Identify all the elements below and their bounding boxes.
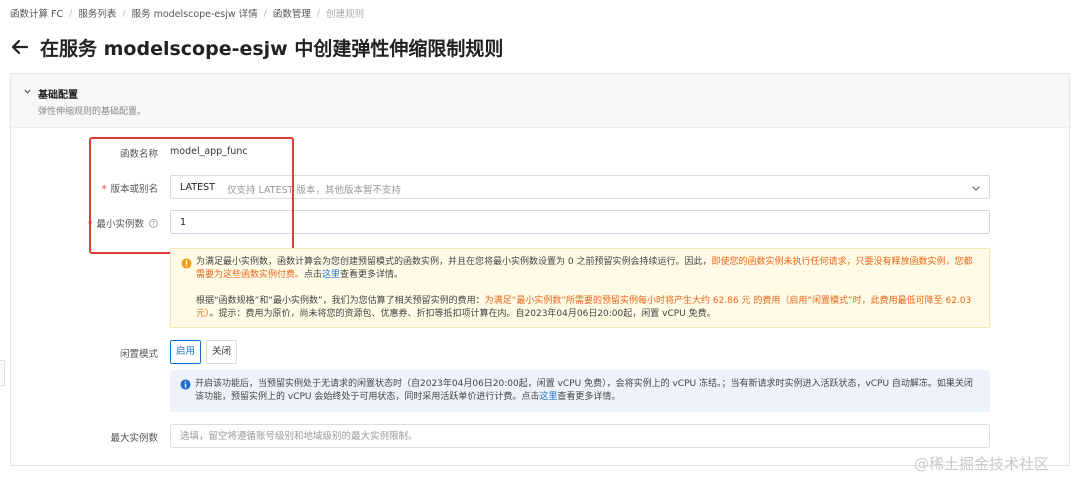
function-name-label: 函数名称 [119, 149, 158, 160]
min-instances-label-row: * 最小实例数? [74, 216, 158, 230]
breadcrumb-item-create-rule: 创建规则 [326, 9, 365, 20]
page-header: 在服务 modelscope-esjw 中创建弹性伸缩限制规则 [10, 32, 503, 62]
section-description: 弹性伸缩规则的基础配置。 [38, 107, 147, 117]
chevron-down-icon[interactable] [23, 87, 32, 96]
min-instances-input[interactable] [170, 210, 990, 234]
breadcrumb-item-function-management[interactable]: 函数管理 [273, 6, 311, 20]
breadcrumb-separator: / [316, 7, 321, 19]
info-circle-icon [180, 379, 191, 390]
idle-mode-info-alert: 开启该功能后，当预留实例处于无请求的闲置状态时（自2023年04月06日20:0… [170, 370, 990, 412]
page-title: 在服务 modelscope-esjw 中创建弹性伸缩限制规则 [40, 37, 504, 60]
cost-warning-alert: 为满足最小实例数，函数计算会为您创建预留模式的函数实例，并且在您将最小实例数设置… [170, 248, 990, 328]
idle-mode-disable-button[interactable]: 关闭 [206, 340, 237, 364]
watermark: @稀土掘金技术社区 [914, 455, 1050, 473]
breadcrumb-item-service-list[interactable]: 服务列表 [78, 6, 116, 20]
warning-paragraph-2: 根据“函数规格”和“最小实例数”，我们为您估算了相关预留实例的费用：为满足“最小… [196, 295, 981, 321]
info-text-suffix: 查看更多详情。 [557, 392, 621, 402]
max-instances-label: 最大实例数 [110, 433, 158, 444]
warning-circle-icon [181, 258, 192, 269]
required-mark: * [87, 219, 93, 230]
question-circle-icon[interactable]: ? [149, 219, 158, 228]
required-mark: * [101, 184, 107, 195]
more-details-link[interactable]: 这里 [322, 270, 340, 280]
warning-text-click: 点击 [304, 270, 323, 280]
version-alias-label-row: * 版本或别名 [95, 181, 158, 195]
max-instances-input[interactable] [170, 424, 990, 448]
back-arrow-icon[interactable] [10, 37, 30, 57]
version-alias-selected-value: LATEST [180, 182, 215, 193]
idle-mode-enable-button[interactable]: 启用 [170, 340, 201, 364]
warning-text-suffix: 查看更多详情。 [340, 270, 404, 280]
min-instances-label: 最小实例数 [96, 219, 144, 230]
function-name-value: model_app_func [170, 146, 248, 157]
cost-estimate-text: 根据“函数规格”和“最小实例数”，我们为您估算了相关预留实例的费用： [196, 296, 485, 306]
side-panel-handle[interactable] [0, 360, 5, 386]
breadcrumb-separator: / [122, 7, 126, 19]
idle-mode-info-text: 开启该功能后，当预留实例处于无请求的闲置状态时（自2023年04月06日20:0… [195, 378, 980, 404]
chevron-down-icon [972, 186, 980, 191]
breadcrumb-item-service-detail[interactable]: 服务 modelscope-esjw 详情 [132, 6, 258, 20]
section-title: 基础配置 [38, 90, 78, 101]
section-header: 基础配置 弹性伸缩规则的基础配置。 [11, 74, 1069, 128]
version-alias-select[interactable]: LATEST 仅支持 LATEST 版本，其他版本暂不支持 [170, 175, 990, 199]
cost-estimate-note: 。提示：费用为原价，尚未将您的资源包、优惠券、折扣等抵扣项计算在内。自2023年… [209, 309, 716, 319]
breadcrumb: 函数计算 FC / 服务列表 / 服务 modelscope-esjw 详情 /… [10, 6, 365, 21]
warning-paragraph-1: 为满足最小实例数，函数计算会为您创建预留模式的函数实例，并且在您将最小实例数设置… [196, 256, 981, 282]
warning-text: 为满足最小实例数，函数计算会为您创建预留模式的函数实例，并且在您将最小实例数设置… [196, 257, 712, 267]
version-alias-hint: 仅支持 LATEST 版本，其他版本暂不支持 [227, 185, 401, 196]
breadcrumb-separator: / [263, 7, 267, 19]
version-alias-label: 版本或别名 [110, 184, 158, 195]
more-details-link[interactable]: 这里 [539, 392, 557, 402]
idle-mode-label: 闲置模式 [119, 349, 158, 360]
breadcrumb-separator: / [69, 7, 73, 19]
breadcrumb-item-fc[interactable]: 函数计算 FC [10, 6, 63, 20]
